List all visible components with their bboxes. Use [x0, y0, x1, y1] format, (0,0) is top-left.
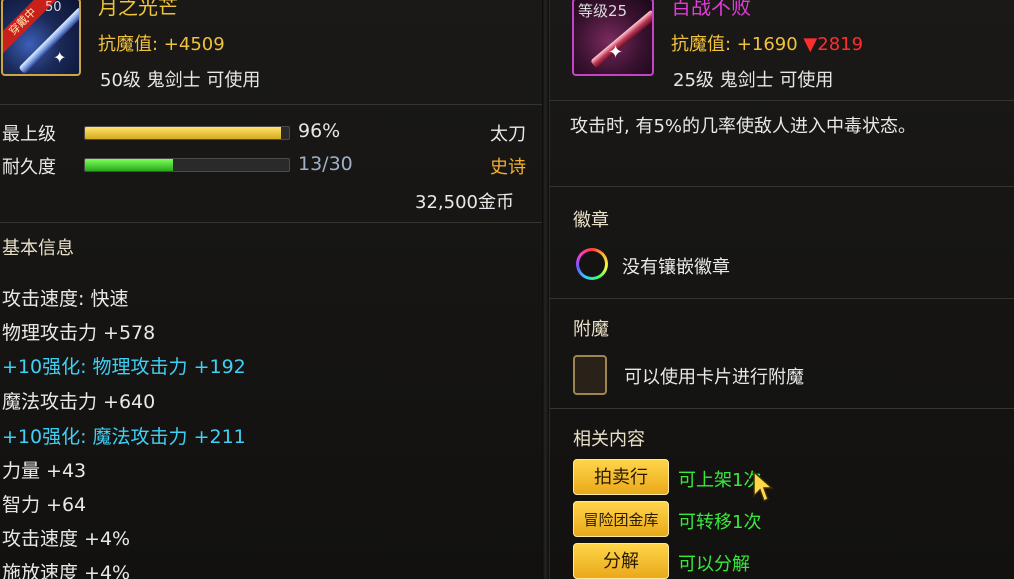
sparkle-icon: ✦ [608, 42, 624, 63]
stat-line: +10强化: 物理攻击力 +192 [2, 356, 246, 378]
auction-house-button[interactable]: 拍卖行 [573, 459, 669, 495]
divider [550, 298, 1014, 299]
auction-note: 可上架1次 [678, 470, 762, 491]
stat-line: 力量 +43 [2, 460, 87, 482]
item-name: 百战不败 [671, 0, 751, 19]
anti-magic-decrease: ▼2819 [803, 34, 864, 55]
grade-label: 最上级 [2, 124, 56, 145]
durability-bar [84, 158, 290, 172]
divider [550, 408, 1014, 409]
enchant-title: 附魔 [573, 319, 609, 340]
grade-bar [84, 126, 290, 140]
anti-magic-value: 抗魔值: +1690 [671, 34, 798, 55]
anti-magic-value: 抗魔值: +4509 [98, 34, 225, 55]
panel-divider [542, 0, 549, 579]
usage-requirement: 25级 鬼剑士 可使用 [673, 70, 834, 91]
item-effect-description: 攻击时, 有5%的几率使敌人进入中毒状态。 [570, 116, 916, 137]
stat-line: 施放速度 +4% [2, 562, 131, 579]
item-level: 等级25 [578, 2, 628, 20]
enchant-status: 可以使用卡片进行附魔 [624, 367, 804, 388]
durability-bar-fill [85, 159, 174, 171]
grade-bar-fill [85, 127, 281, 139]
stat-line: 智力 +64 [2, 494, 87, 516]
emblem-slot-icon[interactable] [576, 248, 608, 280]
right-item-tooltip: 等级25 ✦ 百战不败 抗魔值: +1690 ▼2819 25级 鬼剑士 可使用… [549, 0, 1014, 579]
item-level-digits: 50 [45, 0, 62, 15]
item-name: 月之光芒 [98, 0, 178, 19]
anti-magic-row: 抗魔值: +1690 ▼2819 [671, 30, 863, 56]
vault-note: 可转移1次 [678, 512, 762, 533]
rarity-label: 史诗 [490, 157, 526, 178]
usage-requirement: 50级 鬼剑士 可使用 [100, 70, 261, 91]
divider [0, 104, 542, 105]
compared-item-icon[interactable]: 等级25 ✦ [572, 0, 654, 76]
emblem-status: 没有镶嵌徽章 [622, 257, 730, 278]
item-price: 32,500金币 [415, 192, 514, 213]
stat-line: +10强化: 魔法攻击力 +211 [2, 426, 246, 448]
equipped-item-icon[interactable]: ✦ 穿戴中 50 [1, 0, 81, 76]
enchant-card-slot[interactable] [573, 355, 607, 395]
weapon-type: 太刀 [490, 124, 526, 145]
stat-line: 魔法攻击力 +640 [2, 391, 156, 413]
emblem-title: 徽章 [573, 210, 609, 231]
stat-line: 攻击速度: 快速 [2, 288, 129, 310]
related-content-title: 相关内容 [573, 429, 645, 450]
stat-line: 攻击速度 +4% [2, 528, 131, 550]
sparkle-icon: ✦ [53, 48, 67, 67]
divider [550, 100, 1014, 101]
mouse-cursor-icon [753, 470, 774, 503]
stat-line: 物理攻击力 +578 [2, 322, 156, 344]
durability-label: 耐久度 [2, 157, 56, 178]
divider [0, 222, 542, 223]
divider [550, 186, 1014, 187]
adventure-vault-button[interactable]: 冒险团金库 [573, 501, 669, 537]
left-item-tooltip: ✦ 穿戴中 50 月之光芒 抗魔值: +4509 50级 鬼剑士 可使用 最上级… [0, 0, 542, 579]
durability-value: 13/30 [298, 153, 353, 175]
disassemble-note: 可以分解 [678, 554, 750, 575]
basic-info-title: 基本信息 [2, 238, 74, 259]
disassemble-button[interactable]: 分解 [573, 543, 669, 579]
grade-percent: 96% [298, 120, 341, 142]
